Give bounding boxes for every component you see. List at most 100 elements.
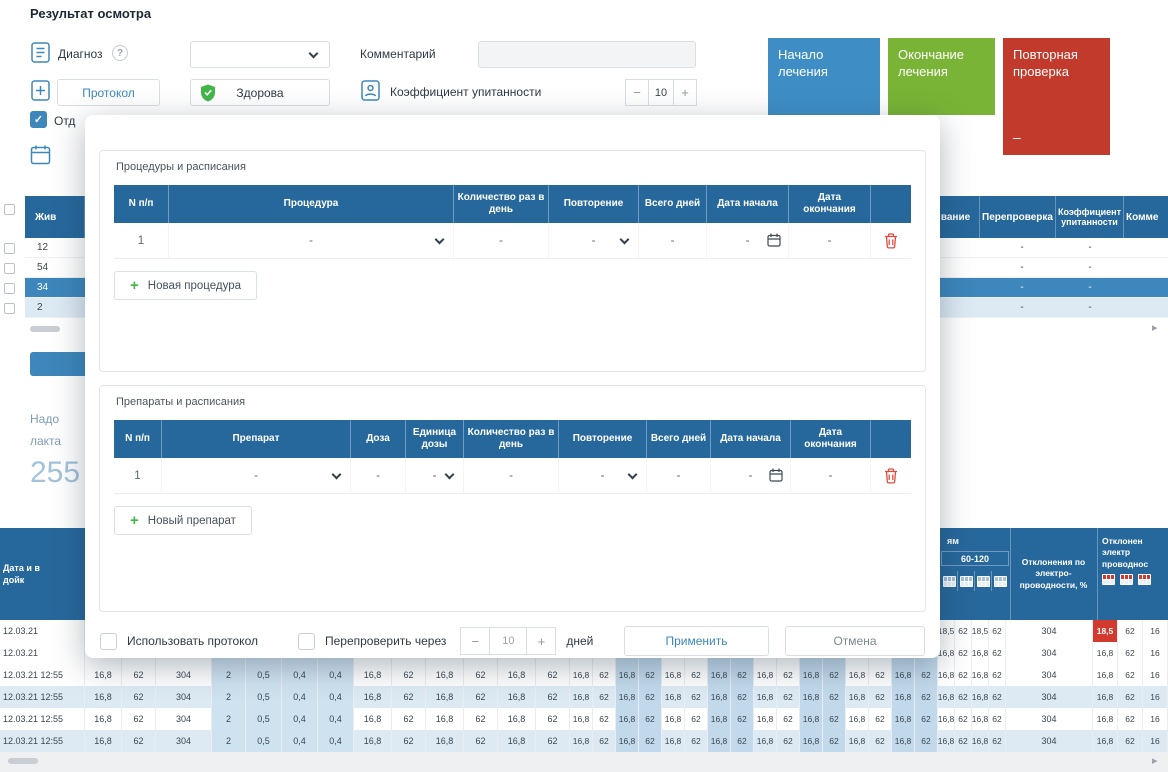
delete-row-button[interactable] [871,223,911,258]
treatment-end-card[interactable]: Окончание лечения [888,38,995,115]
bcs-plus-button[interactable]: + [673,79,697,106]
milking-pair-cell: 16,8 [708,686,731,708]
separate-checkbox[interactable]: ✓ [30,111,47,128]
animal-comment-cell [1124,258,1168,277]
row-select-checkbox[interactable] [4,243,15,254]
bcs-minus-button[interactable]: − [625,79,649,106]
apply-button[interactable]: Применить [624,626,769,656]
scroll-right-arrow-icon[interactable]: ▸ [1152,321,1158,334]
help-icon[interactable]: ? [112,45,128,61]
column-header: N п/п [114,420,162,458]
milking-pair-cell: 62 [869,664,892,686]
row-number-cell: 1 [114,458,162,494]
bcs-value: 10 [648,79,674,106]
milking-pair-cell: 62 [915,708,938,730]
total-days-cell[interactable]: - [639,223,707,259]
times-per-day-cell[interactable]: - [454,223,549,259]
milking-pair-cell: 62 [869,708,892,730]
milking-row[interactable]: 12.03.21 12:55 16,8 62 304 2 0,5 0,4 0,4 16,8 62 1… [0,664,1168,686]
repetition-select[interactable]: - [559,458,647,494]
milking-row[interactable]: 12.03.21 12:55 16,8 62 304 2 0,5 0,4 0,4 16,8 62 1… [0,730,1168,752]
drug-select[interactable]: - [162,458,351,494]
delete-row-button[interactable] [871,458,911,493]
recheck-plus-button[interactable]: + [526,627,557,655]
animal-name-cell [940,278,988,297]
dose-cell[interactable]: - [351,458,406,494]
drugs-table-header: N п/п Препарат Доза Единица дозы Количес… [114,420,911,458]
milking-pair-cell: 16,8 [570,686,593,708]
milking-horizontal-scrollbar[interactable] [8,758,38,764]
milking-deviation-cell: 304 [1006,730,1093,752]
repetition-select[interactable]: - [549,223,639,259]
recheck-minus-button[interactable]: − [460,627,491,655]
milking-cell: 62 [392,730,426,752]
actions-cell [871,223,911,259]
add-drug-button[interactable]: + Новый препарат [114,506,252,535]
milking-deviation2-cell: 62 [1118,664,1143,686]
row-select-checkbox[interactable] [4,283,15,294]
milking-date-cell: 12.03.21 12:55 [0,708,85,730]
animal-name-cell [940,238,988,257]
end-date-cell[interactable]: - [791,458,871,494]
animal-id-cell: 34 [37,282,49,293]
start-date-picker[interactable]: - [711,458,791,494]
animals-horizontal-scrollbar[interactable] [30,326,60,332]
milking-row[interactable]: 12.03.21 12:55 16,8 62 304 2 0,5 0,4 0,4 16,8 62 1… [0,708,1168,730]
treatment-start-card[interactable]: Начало лечения [768,38,880,115]
column-header-deviation: Отклонения по электро-проводности, % [1019,557,1088,590]
scroll-right-arrow-icon[interactable]: ▸ [1152,754,1158,767]
cancel-button[interactable]: Отмена [785,626,925,656]
calendar-icon[interactable] [30,144,51,170]
milking-pair-cell: 16,8 [892,686,915,708]
milking-date-cell: 12.03.21 12:55 [0,686,85,708]
protocol-button[interactable]: Протокол [57,79,160,106]
comment-label: Комментарий [360,47,436,61]
animal-recheck-cell: - [1020,262,1024,273]
animal-id-cell: 54 [37,262,49,273]
milking-60-120-cell: 18,5 [972,620,989,642]
milking-row[interactable]: 12.03.21 12:55 16,8 62 304 2 0,5 0,4 0,4 16,8 62 1… [0,686,1168,708]
plus-icon: + [130,277,139,294]
milking-pair-cell: 62 [823,708,846,730]
recheck-after-checkbox[interactable] [297,632,315,650]
shield-check-icon [200,84,216,105]
milking-cell: 2 [212,664,246,686]
milking-60-120-cell: 16,8 [972,708,989,730]
recheck-card[interactable]: Повторная проверка – [1003,38,1110,155]
milking-60-120-cell: 62 [955,620,972,642]
start-date-picker[interactable]: - [707,223,789,259]
row-select-checkbox[interactable] [4,303,15,314]
end-date-cell[interactable]: - [789,223,871,259]
healthy-button[interactable]: Здорова [190,79,330,106]
calendar-icon [769,468,783,485]
diagnosis-select[interactable] [190,41,330,68]
milking-cell: 304 [156,686,212,708]
column-header: N п/п [114,185,169,223]
times-per-day-cell[interactable]: - [464,458,559,494]
milking-pair-cell: 62 [731,708,754,730]
milking-pair-cell: 62 [823,664,846,686]
milking-60-120-cell: 16,8 [972,730,989,752]
milking-pair-cell: 62 [777,708,800,730]
stat-value-fragment: 255 [30,456,81,489]
milking-cell: 16,8 [426,730,464,752]
comment-input[interactable] [478,41,696,68]
chevron-down-icon [331,469,342,479]
milking-cell: 0,4 [282,664,318,686]
use-protocol-checkbox[interactable] [100,632,117,650]
select-all-checkbox[interactable] [4,204,15,215]
column-header-recheck: Перепроверка [980,196,1056,238]
milking-60-120-cell: 62 [989,708,1006,730]
milking-cell: 16,8 [498,686,536,708]
milking-cell: 62 [464,730,498,752]
milking-date-cell: 12.03.21 12:55 [0,730,85,752]
udder-quarter-grid-icon [976,575,990,587]
procedure-select[interactable]: - [169,223,454,259]
animal-id-cell: 2 [37,302,43,313]
bcs-stepper: − 10 + [625,79,697,106]
dose-unit-select[interactable]: - [406,458,464,494]
milking-pair-cell: 16,8 [708,664,731,686]
add-procedure-button[interactable]: + Новая процедура [114,271,258,300]
total-days-cell[interactable]: - [647,458,711,494]
row-select-checkbox[interactable] [4,263,15,274]
